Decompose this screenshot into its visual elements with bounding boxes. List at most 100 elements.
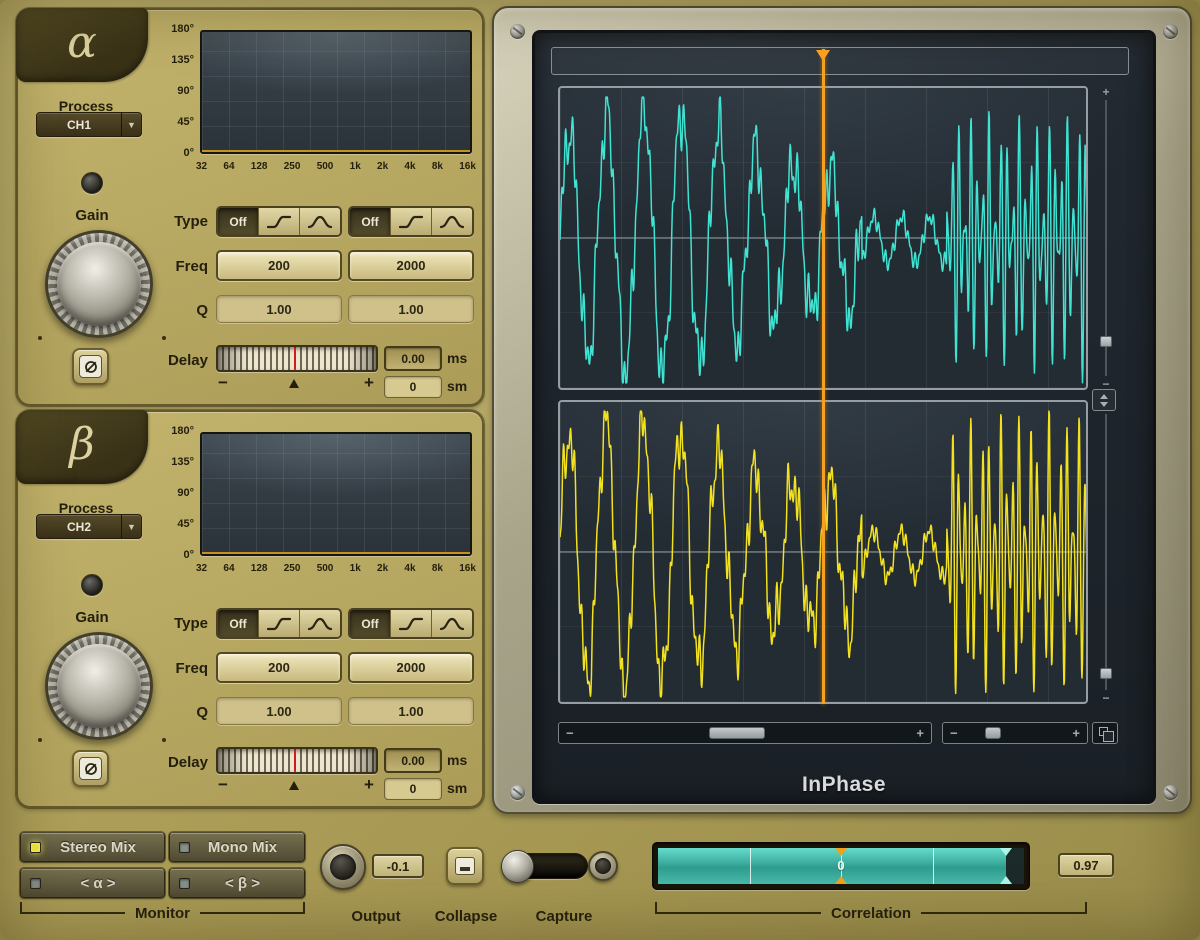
gain-led	[81, 172, 103, 194]
vertical-zoom-rail-alpha[interactable]: + −	[1098, 86, 1114, 390]
filter1-q-value[interactable]: 1.00	[216, 295, 342, 323]
stereo-mix-button[interactable]: Stereo Mix	[20, 832, 165, 862]
monitor-group-label: Monitor	[135, 905, 190, 922]
filter2-q-value[interactable]: 1.00	[348, 697, 474, 725]
filter2-off-button[interactable]: Off	[350, 208, 391, 235]
collapse-button[interactable]	[446, 847, 484, 885]
scroll-plus-label[interactable]: +	[916, 726, 924, 741]
delay-samples-value[interactable]: 0	[384, 778, 442, 800]
x-tick-label: 250	[284, 563, 301, 574]
scroll-thumb[interactable]	[709, 727, 765, 739]
shelf-filter-icon	[398, 616, 424, 632]
capture-switch[interactable]	[504, 853, 588, 879]
y-tick-label: 90°	[177, 85, 194, 97]
filter2-shelf-button[interactable]	[391, 208, 432, 235]
scroll-thumb[interactable]	[985, 727, 1001, 739]
horizontal-scrollbar-zoom[interactable]: − +	[942, 722, 1088, 744]
output-knob[interactable]	[320, 844, 366, 890]
correlation-zero-label: 0	[837, 858, 844, 873]
filter2-q-value[interactable]: 1.00	[348, 295, 474, 323]
playhead-cursor[interactable]	[822, 49, 825, 704]
filter2-freq-value[interactable]: 2000	[348, 250, 474, 281]
delay-center-marker	[289, 781, 299, 790]
mono-mix-label: Mono Mix	[190, 839, 295, 856]
y-tick-label: 45°	[177, 116, 194, 128]
monitor-alpha-label: < α >	[41, 875, 155, 892]
capture-button[interactable]	[588, 851, 618, 881]
y-tick-label: 90°	[177, 487, 194, 499]
correlation-value-marker-top	[1000, 848, 1012, 856]
stereo-mix-led	[30, 842, 41, 853]
type-label: Type	[136, 213, 208, 230]
filter1-freq-value[interactable]: 200	[216, 250, 342, 281]
x-tick-label: 64	[223, 563, 234, 574]
filter1-shelf-button[interactable]	[259, 610, 300, 637]
output-value[interactable]: -0.1	[372, 854, 424, 878]
filter1-bell-button[interactable]	[300, 610, 340, 637]
delay-slider[interactable]	[216, 747, 378, 774]
mono-mix-button[interactable]: Mono Mix	[169, 832, 305, 862]
filter1-off-button[interactable]: Off	[218, 208, 259, 235]
filter2-type-selector: Off	[348, 608, 474, 639]
filter2-off-button[interactable]: Off	[350, 610, 391, 637]
scroll-plus-label[interactable]: +	[1072, 726, 1080, 741]
y-tick-label: 0°	[183, 147, 194, 159]
x-tick-label: 500	[317, 161, 334, 172]
phase-invert-button[interactable]	[72, 750, 109, 787]
horizontal-scrollbar-main[interactable]: − +	[558, 722, 932, 744]
timeline-overview-bar[interactable]	[551, 47, 1129, 75]
filter2-shelf-button[interactable]	[391, 610, 432, 637]
process-channel-select[interactable]: CH2 ▼	[36, 514, 142, 539]
meter-tick	[933, 848, 934, 884]
zoom-thumb[interactable]	[1100, 336, 1112, 347]
correlation-meter: 0	[652, 842, 1030, 890]
correlation-value[interactable]: 0.97	[1058, 853, 1114, 877]
filter1-q-value[interactable]: 1.00	[216, 697, 342, 725]
zoom-out-label[interactable]: −	[1098, 692, 1114, 704]
correlation-meter-track: 0	[658, 848, 1024, 884]
x-tick-label: 250	[284, 161, 301, 172]
zoom-in-label[interactable]: +	[1098, 86, 1114, 98]
monitor-alpha-button[interactable]: < α >	[20, 868, 165, 898]
gain-knob[interactable]	[45, 230, 153, 338]
filter2-bell-button[interactable]	[432, 610, 472, 637]
channel-panel-beta: β Process CH2 ▼ 180°135°90°45°0° 3264128…	[16, 410, 484, 808]
scroll-minus-label[interactable]: −	[566, 726, 574, 741]
inphase-plugin-window: α Process CH1 ▼ 180°135°90°45°0° 3264128…	[0, 0, 1200, 940]
vertical-zoom-rail-beta[interactable]: + −	[1098, 400, 1114, 704]
filter2-freq-value[interactable]: 2000	[348, 652, 474, 683]
x-tick-label: 32	[196, 161, 207, 172]
capture-switch-knob[interactable]	[501, 850, 534, 883]
phase-invert-button[interactable]	[72, 348, 109, 385]
freq-label: Freq	[136, 258, 208, 275]
process-channel-select[interactable]: CH1 ▼	[36, 112, 142, 137]
playhead-marker-icon[interactable]	[816, 50, 830, 61]
gain-knob[interactable]	[45, 632, 153, 740]
gain-label: Gain	[40, 609, 144, 626]
channel-symbol: α	[67, 17, 97, 68]
delay-ms-value[interactable]: 0.00	[384, 346, 442, 371]
delay-slider[interactable]	[216, 345, 378, 372]
filter2-bell-button[interactable]	[432, 208, 472, 235]
y-tick-label: 135°	[171, 54, 194, 66]
filter1-shelf-button[interactable]	[259, 208, 300, 235]
bell-filter-icon	[439, 214, 465, 230]
monitor-group-bracket: Monitor	[20, 904, 305, 922]
monitor-beta-button[interactable]: < β >	[169, 868, 305, 898]
phase-invert-icon	[79, 757, 102, 780]
phase-invert-icon	[79, 355, 102, 378]
delay-ms-unit: ms	[447, 350, 467, 366]
graph-x-axis-labels: 32641282505001k2k4k8k16k	[196, 161, 476, 172]
rail-track	[1105, 100, 1107, 376]
filter1-bell-button[interactable]	[300, 208, 340, 235]
snapshot-button[interactable]	[1092, 722, 1118, 744]
vertical-scroll-link-button[interactable]	[1092, 389, 1116, 411]
filter1-off-button[interactable]: Off	[218, 610, 259, 637]
delay-ms-value[interactable]: 0.00	[384, 748, 442, 773]
zoom-thumb[interactable]	[1100, 668, 1112, 679]
graph-y-axis-labels: 180°135°90°45°0°	[144, 425, 194, 561]
scroll-minus-label[interactable]: −	[950, 726, 958, 741]
delay-samples-value[interactable]: 0	[384, 376, 442, 398]
copy-icon	[1099, 727, 1108, 736]
filter1-freq-value[interactable]: 200	[216, 652, 342, 683]
